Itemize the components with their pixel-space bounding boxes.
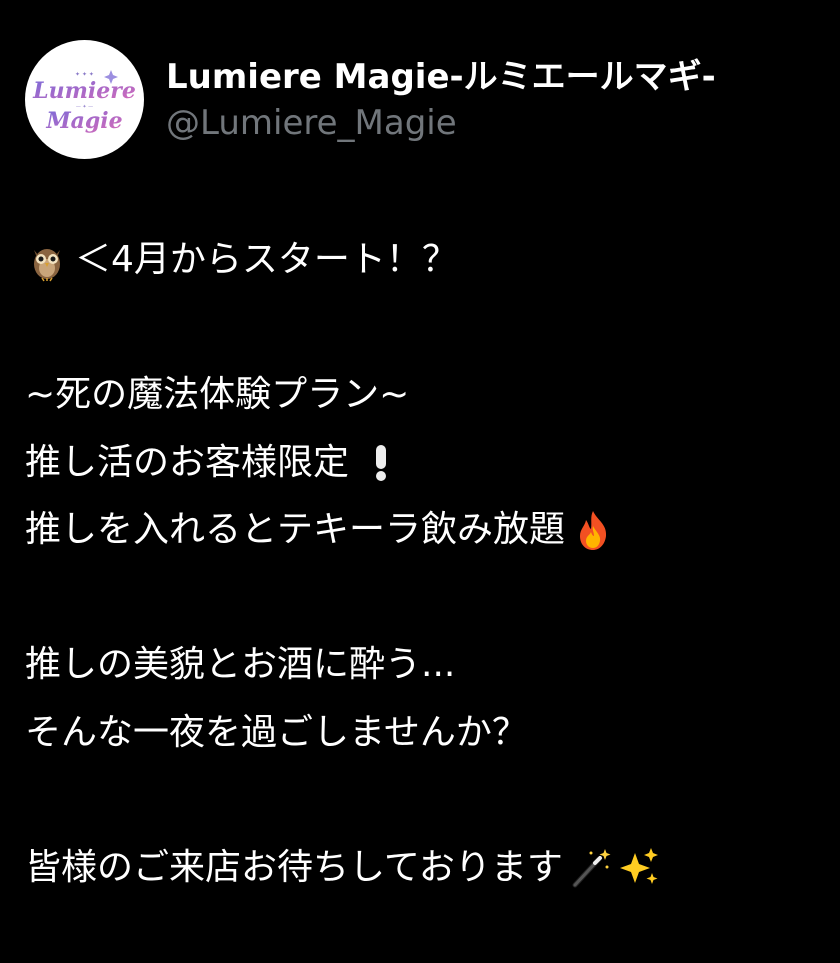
post: ✦ ✦ ✦ Lumiere — ✦ — Magie Lumiere Magie-… [0,0,840,963]
post-line-7: 皆様のご来店お待ちしております [25,834,825,902]
post-line-4-text: 推しを入れるとテキーラ飲み放題 [25,509,566,550]
post-header: ✦ ✦ ✦ Lumiere — ✦ — Magie Lumiere Magie-… [25,40,716,159]
svg-text:Lumiere: Lumiere [32,78,136,104]
account-handle[interactable]: @Lumiere_Magie [166,101,716,145]
svg-text:✦ ✦ ✦: ✦ ✦ ✦ [75,71,94,78]
svg-text:Magie: Magie [45,108,122,134]
sparkles-emoji-icon [617,845,661,889]
post-line-5: 推しの美貌とお酒に酔う... [25,631,825,699]
display-name[interactable]: Lumiere Magie-ルミエールマギ- [166,55,716,99]
post-line-3-text: 推し活のお客様限定 [25,441,350,483]
owl-emoji-icon [25,238,69,282]
avatar[interactable]: ✦ ✦ ✦ Lumiere — ✦ — Magie [25,40,144,159]
post-line-5-text: 推しの美貌とお酒に酔う... [25,644,456,685]
post-line-4: 推しを入れるとテキーラ飲み放題 [25,496,825,564]
post-body: ＜4月からスタート！？ ~死の魔法体験プラン~ 推し活のお客様限定 推しを入れる… [25,226,825,901]
post-line-1: ＜4月からスタート！？ [25,226,825,294]
magic-wand-emoji-icon [569,845,613,889]
account-names: Lumiere Magie-ルミエールマギ- @Lumiere_Magie [166,55,716,145]
post-line-2: ~死の魔法体験プラン~ [25,361,825,429]
fire-emoji-icon [571,508,615,552]
post-line-3: 推し活のお客様限定 [25,429,825,497]
post-line-2-text: ~死の魔法体験プラン~ [25,374,410,415]
post-line-6: そんな一夜を過ごしませんか？ [25,699,825,767]
exclamation-emoji-icon [359,440,403,484]
post-line-1-text: ＜4月からスタート！？ [75,239,458,280]
lumiere-magie-logo-icon: ✦ ✦ ✦ Lumiere — ✦ — Magie [32,70,136,134]
post-line-6-text: そんな一夜を過ごしませんか？ [25,711,528,753]
post-line-7-text: 皆様のご来店お待ちしております [25,846,563,888]
